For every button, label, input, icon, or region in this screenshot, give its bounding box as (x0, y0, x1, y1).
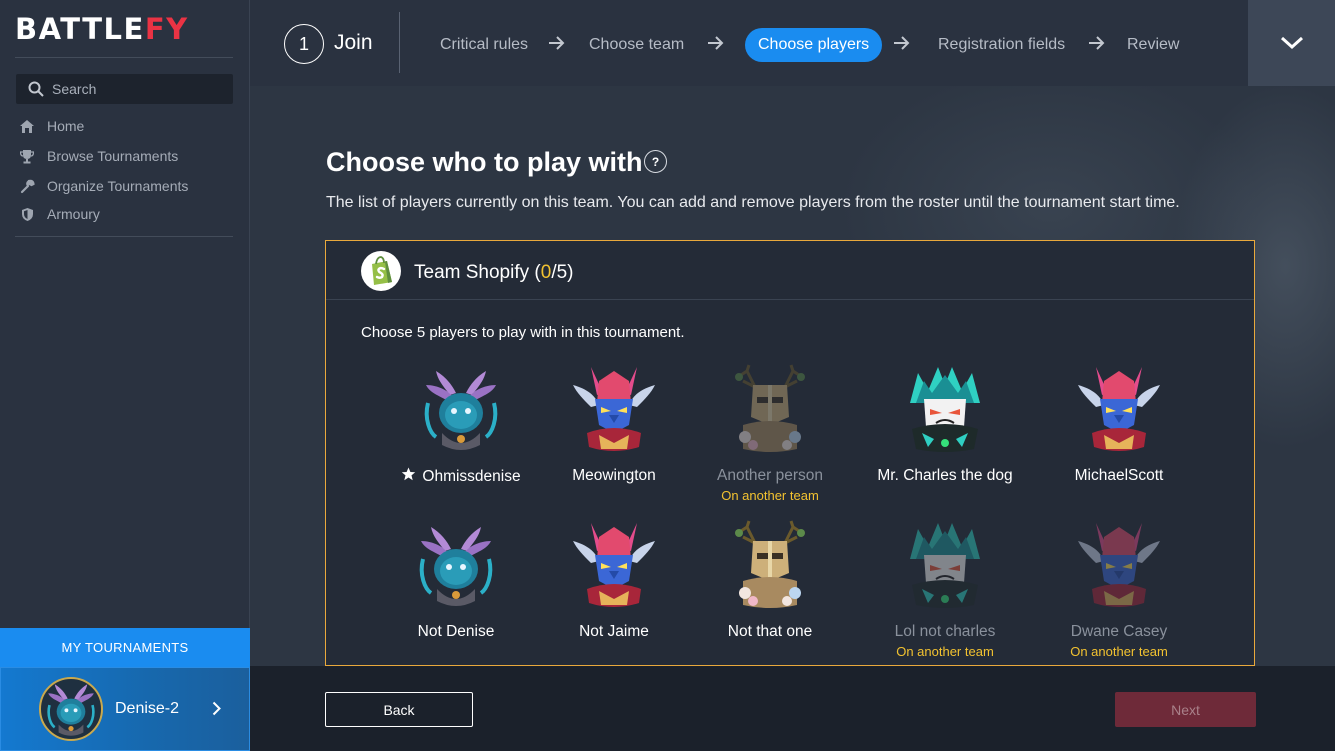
sidebar-item-label: Organize Tournaments (47, 178, 189, 194)
antler-helm-avatar (725, 519, 815, 611)
step-label: Choose players (758, 36, 870, 53)
player-card[interactable]: Mr. Charles the dog (860, 363, 1030, 485)
trophy-icon (18, 147, 36, 165)
horned-knight-avatar (1074, 519, 1164, 611)
shopify-logo-icon (361, 251, 401, 291)
captain-star-icon (401, 467, 416, 485)
chevron-down-icon (1280, 36, 1303, 50)
sidebar-item-label: Armoury (47, 206, 100, 222)
step-critical-rules[interactable]: Critical rules (440, 36, 528, 54)
player-card[interactable]: Not that one (685, 519, 855, 641)
arrow-right-icon (549, 36, 565, 50)
next-button[interactable]: Next (1115, 692, 1256, 727)
player-card[interactable]: Meowington (529, 363, 699, 485)
sidebar-item-label: Browse Tournaments (47, 148, 179, 164)
tournament-card[interactable]: Denise-2 (0, 667, 250, 751)
battlefy-logo[interactable]: BATTLEFY (15, 12, 189, 46)
avatar (39, 677, 103, 741)
total-count: 5 (556, 262, 568, 283)
back-button[interactable]: Back (325, 692, 473, 727)
my-tournaments-label: MY TOURNAMENTS (61, 640, 189, 655)
step-review[interactable]: Review (1127, 36, 1179, 54)
horned-knight-avatar (569, 519, 659, 611)
player-card[interactable]: Not Jaime (529, 519, 699, 641)
team-roster-panel: Team Shopify (0/5) Choose 5 players to p… (325, 240, 1255, 666)
sidebar-item-label: Home (47, 118, 85, 134)
player-status-note: On another team (721, 488, 819, 503)
player-card[interactable]: Not Denise (371, 519, 541, 641)
step-registration-fields[interactable]: Registration fields (938, 36, 1065, 54)
player-name: Mr. Charles the dog (877, 467, 1013, 484)
sidebar: BATTLEFY Search Home Browse Tournaments … (0, 0, 250, 751)
player-name-row: Ohmissdenise (376, 467, 546, 486)
player-name: MichaelScott (1074, 467, 1164, 484)
next-label: Next (1171, 701, 1200, 718)
player-card[interactable]: Ohmissdenise (376, 363, 546, 486)
player-status-note: On another team (896, 644, 994, 659)
player-status-note: On another team (1070, 644, 1168, 659)
moth-avatar (416, 363, 506, 455)
wrench-icon (18, 177, 36, 195)
search-placeholder: Search (52, 81, 97, 97)
player-name: Dwane Casey (1070, 623, 1168, 640)
horned-knight-avatar (1074, 363, 1164, 455)
step-choose-team[interactable]: Choose team (589, 36, 684, 54)
arrow-right-icon (894, 36, 910, 50)
team-name: Team Shopify (414, 262, 530, 283)
cyan-flame-avatar (900, 363, 990, 455)
player-name: Another person (717, 467, 823, 484)
wizard-title: Join (334, 31, 373, 54)
page-description: The list of players currently on this te… (326, 194, 1180, 211)
chevron-right-icon (212, 701, 221, 716)
selected-count: 0 (540, 262, 552, 283)
logo-text-accent: FY (144, 12, 189, 46)
search-icon (28, 81, 44, 97)
player-name: Ohmissdenise (422, 468, 521, 485)
wizard-footer: Back Next (250, 666, 1335, 751)
team-header: Team Shopify (0/5) (326, 241, 1254, 300)
header-divider (399, 12, 400, 73)
step-number-badge: 1 (284, 24, 324, 64)
search-input[interactable]: Search (16, 74, 233, 104)
player-card[interactable]: MichaelScott (1034, 363, 1204, 485)
horned-knight-avatar (569, 363, 659, 455)
help-icon[interactable]: ? (644, 150, 667, 173)
antler-helm-avatar (725, 363, 815, 455)
back-label: Back (383, 701, 415, 718)
arrow-right-icon (1089, 36, 1105, 50)
player-name: Lol not charles (894, 623, 996, 640)
team-name-label: Team Shopify (0/5) (414, 262, 574, 283)
player-name: Not Denise (417, 623, 495, 640)
moth-avatar (411, 519, 501, 611)
tournament-name: Denise-2 (115, 700, 180, 717)
shield-icon (18, 205, 36, 223)
player-name: Not that one (727, 623, 813, 640)
cyan-flame-avatar (900, 519, 990, 611)
home-icon (18, 117, 36, 135)
arrow-right-icon (708, 36, 724, 50)
player-card-unavailable: Dwane Casey On another team (1034, 519, 1204, 659)
player-card-unavailable: Another person On another team (685, 363, 855, 503)
sidebar-item-organize-tournaments[interactable]: Organize Tournaments (18, 177, 188, 195)
player-card-unavailable: Lol not charles On another team (860, 519, 1030, 659)
sidebar-item-armoury[interactable]: Armoury (18, 205, 100, 223)
wizard-header: 1 Join Critical rules Choose team Choose… (250, 0, 1335, 86)
page-title: Choose who to play with (326, 147, 643, 177)
sidebar-divider (15, 236, 233, 237)
collapse-button[interactable] (1248, 0, 1335, 86)
sidebar-item-home[interactable]: Home (18, 117, 84, 135)
player-name: Not Jaime (579, 623, 649, 640)
sidebar-item-browse-tournaments[interactable]: Browse Tournaments (18, 147, 178, 165)
step-number: 1 (298, 33, 309, 54)
roster-instruction: Choose 5 players to play with in this to… (361, 324, 685, 341)
sidebar-divider (15, 57, 233, 58)
step-choose-players[interactable]: Choose players (745, 28, 883, 62)
logo-text-primary: BATTLE (15, 12, 145, 46)
help-label: ? (651, 154, 660, 169)
player-name: Meowington (572, 467, 656, 484)
my-tournaments-header[interactable]: MY TOURNAMENTS (0, 628, 250, 667)
